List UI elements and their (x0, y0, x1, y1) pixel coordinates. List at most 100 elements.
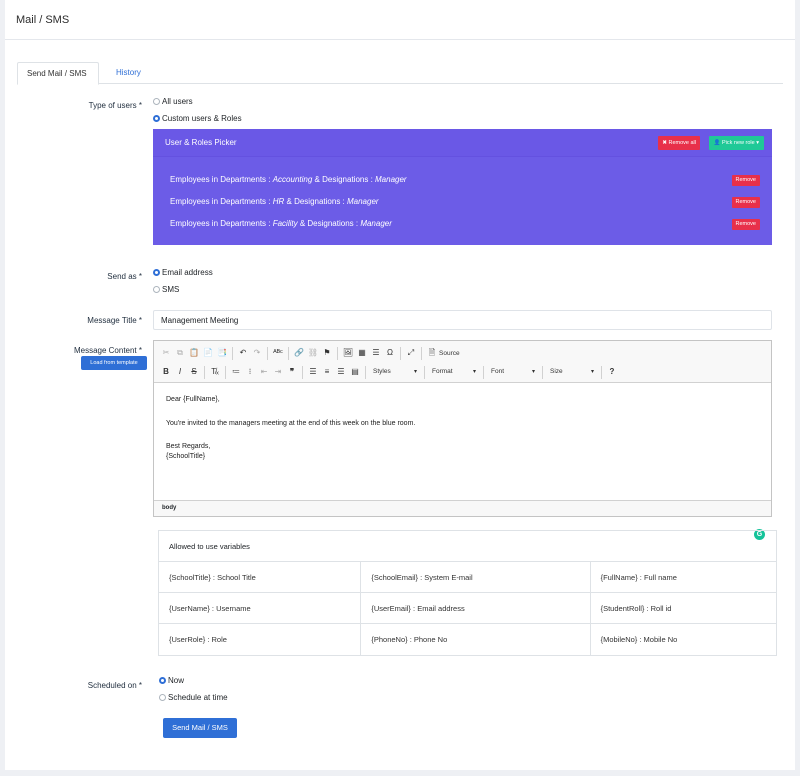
toolbar-separator (542, 365, 543, 379)
remove-format-icon[interactable]: T̸ₓ (208, 365, 222, 379)
body-line: You're invited to the managers meeting a… (166, 419, 416, 427)
anchor-icon[interactable]: ⚑ (320, 346, 334, 360)
radio-now[interactable]: Now (159, 676, 184, 685)
format-dropdown[interactable]: Format (428, 365, 480, 379)
row-prefix: Employees in Departments : (170, 175, 273, 184)
tab-bar: Send Mail / SMS History (17, 62, 783, 85)
picker-header: User & Roles Picker ✖ Remove all 👤 Pick … (153, 129, 772, 157)
size-dropdown[interactable]: Size (546, 365, 598, 379)
align-right-icon[interactable]: ☰ (334, 365, 348, 379)
radio-selected-icon[interactable] (153, 269, 160, 276)
variables-table: Allowed to use variables {SchoolTitle} :… (158, 530, 777, 656)
toolbar-separator (267, 346, 268, 360)
numbered-list-icon[interactable]: ≔ (229, 365, 243, 379)
indent-icon[interactable]: ⇥ (271, 365, 285, 379)
page: Mail / SMS Send Mail / SMS History Type … (5, 0, 795, 770)
table-row: {UserName} : Username {UserEmail} : Emai… (159, 593, 776, 624)
remove-row-button[interactable]: Remove (731, 175, 760, 186)
radio-icon[interactable] (153, 286, 160, 293)
radio-email-address[interactable]: Email address (153, 268, 213, 277)
bold-icon[interactable]: B (159, 365, 173, 379)
cut-icon[interactable]: ✂ (159, 346, 173, 360)
send-mail-sms-button[interactable]: Send Mail / SMS (163, 718, 237, 738)
table-cell: {PhoneNo} : Phone No (361, 624, 591, 655)
radio-label: Schedule at time (168, 693, 228, 702)
radio-custom-users-roles[interactable]: Custom users & Roles (153, 114, 242, 123)
unlink-icon[interactable]: ⛓ (306, 346, 320, 360)
radio-icon[interactable] (153, 98, 160, 105)
copy-icon[interactable]: ⧉ (173, 346, 187, 360)
paste-word-icon[interactable]: 📑 (215, 346, 229, 360)
justify-icon[interactable]: ▤ (348, 365, 362, 379)
remove-row-button[interactable]: Remove (731, 219, 760, 230)
toolbar-separator (302, 365, 303, 379)
radio-icon[interactable] (159, 694, 166, 701)
tab-history[interactable]: History (107, 62, 150, 85)
radio-sms[interactable]: SMS (153, 285, 179, 294)
send-as-label: Send as * (107, 272, 142, 281)
user-roles-picker: User & Roles Picker ✖ Remove all 👤 Pick … (153, 129, 772, 245)
link-icon[interactable]: 🔗 (292, 346, 306, 360)
table-icon[interactable]: ▦ (355, 346, 369, 360)
toolbar-separator (483, 365, 484, 379)
editor-content[interactable]: Dear {FullName}, You're invited to the m… (154, 383, 771, 540)
source-icon[interactable]: 🗎 (425, 346, 439, 360)
row-mid: & Designations : (312, 175, 376, 184)
image-icon[interactable]: 🖼 (341, 346, 355, 360)
variables-header: Allowed to use variables (159, 531, 776, 562)
special-char-icon[interactable]: Ω (383, 346, 397, 360)
load-from-template-button[interactable]: Load from template (81, 356, 147, 370)
remove-all-label: Remove all (668, 140, 696, 146)
picker-row: Employees in Departments : HR & Designat… (170, 197, 379, 206)
message-title-input[interactable]: Management Meeting (153, 310, 772, 330)
styles-dropdown[interactable]: Styles (369, 365, 421, 379)
radio-label: All users (162, 97, 193, 106)
radio-label: Now (168, 676, 185, 685)
editor-toolbar: ✂ ⧉ 📋 📄 📑 ↶ ↷ ᴬᴮᶜ 🔗 ⛓ ⚑ 🖼 ▦ ☰ Ω ⤢ 🗎 Sour… (154, 341, 771, 383)
tab-send-mail-sms[interactable]: Send Mail / SMS (17, 62, 99, 85)
horizontal-line-icon[interactable]: ☰ (369, 346, 383, 360)
editor-status-path: body (154, 500, 771, 516)
redo-icon[interactable]: ↷ (250, 346, 264, 360)
pick-new-role-label: Pick new role (721, 140, 755, 146)
row-department: Accounting (272, 175, 313, 184)
row-designation: Manager (346, 197, 379, 206)
align-center-icon[interactable]: ≡ (320, 365, 334, 379)
radio-schedule-at-time[interactable]: Schedule at time (159, 693, 228, 702)
rich-text-editor: ✂ ⧉ 📋 📄 📑 ↶ ↷ ᴬᴮᶜ 🔗 ⛓ ⚑ 🖼 ▦ ☰ Ω ⤢ 🗎 Sour… (153, 340, 772, 540)
remove-all-button[interactable]: ✖ Remove all (658, 136, 700, 150)
radio-all-users[interactable]: All users (153, 97, 193, 106)
toolbar-separator (232, 346, 233, 360)
undo-icon[interactable]: ↶ (236, 346, 250, 360)
remove-row-button[interactable]: Remove (731, 197, 760, 208)
table-cell: {StudentRoll} : Roll id (600, 604, 672, 613)
pick-new-role-button[interactable]: 👤 Pick new role ▾ (708, 136, 764, 150)
row-designation: Manager (360, 219, 392, 228)
help-icon[interactable]: ? (605, 365, 619, 379)
align-left-icon[interactable]: ☰ (306, 365, 320, 379)
table-cell: {UserEmail} : Email address (361, 593, 591, 623)
radio-selected-icon[interactable] (159, 677, 166, 684)
paste-icon[interactable]: 📋 (187, 346, 201, 360)
italic-icon[interactable]: I (173, 365, 187, 379)
blockquote-icon[interactable]: ❞ (285, 365, 299, 379)
picker-title: User & Roles Picker (165, 138, 237, 147)
table-cell: {FullName} : Full name (600, 573, 677, 582)
strikethrough-icon[interactable]: S (187, 365, 201, 379)
toolbar-separator (288, 346, 289, 360)
row-designation: Manager (375, 175, 407, 184)
spellcheck-icon[interactable]: ᴬᴮᶜ (271, 346, 285, 360)
regards-line: Best Regards, (166, 443, 211, 450)
outdent-icon[interactable]: ⇤ (257, 365, 271, 379)
message-title-label: Message Title * (87, 316, 142, 325)
source-button[interactable]: Source (439, 350, 460, 357)
font-dropdown[interactable]: Font (487, 365, 539, 379)
bullet-list-icon[interactable]: ⁝ (243, 365, 257, 379)
toolbar-row-2: B I S T̸ₓ ≔ ⁝ ⇤ ⇥ ❞ ☰ ≡ ☰ ▤ Styles Forma… (159, 364, 619, 380)
paste-text-icon[interactable]: 📄 (201, 346, 215, 360)
toolbar-separator (601, 365, 602, 379)
maximize-icon[interactable]: ⤢ (404, 346, 418, 360)
radio-selected-icon[interactable] (153, 115, 160, 122)
table-row: {UserRole} : Role {PhoneNo} : Phone No {… (159, 624, 776, 655)
scheduled-on-label: Scheduled on * (87, 681, 142, 690)
